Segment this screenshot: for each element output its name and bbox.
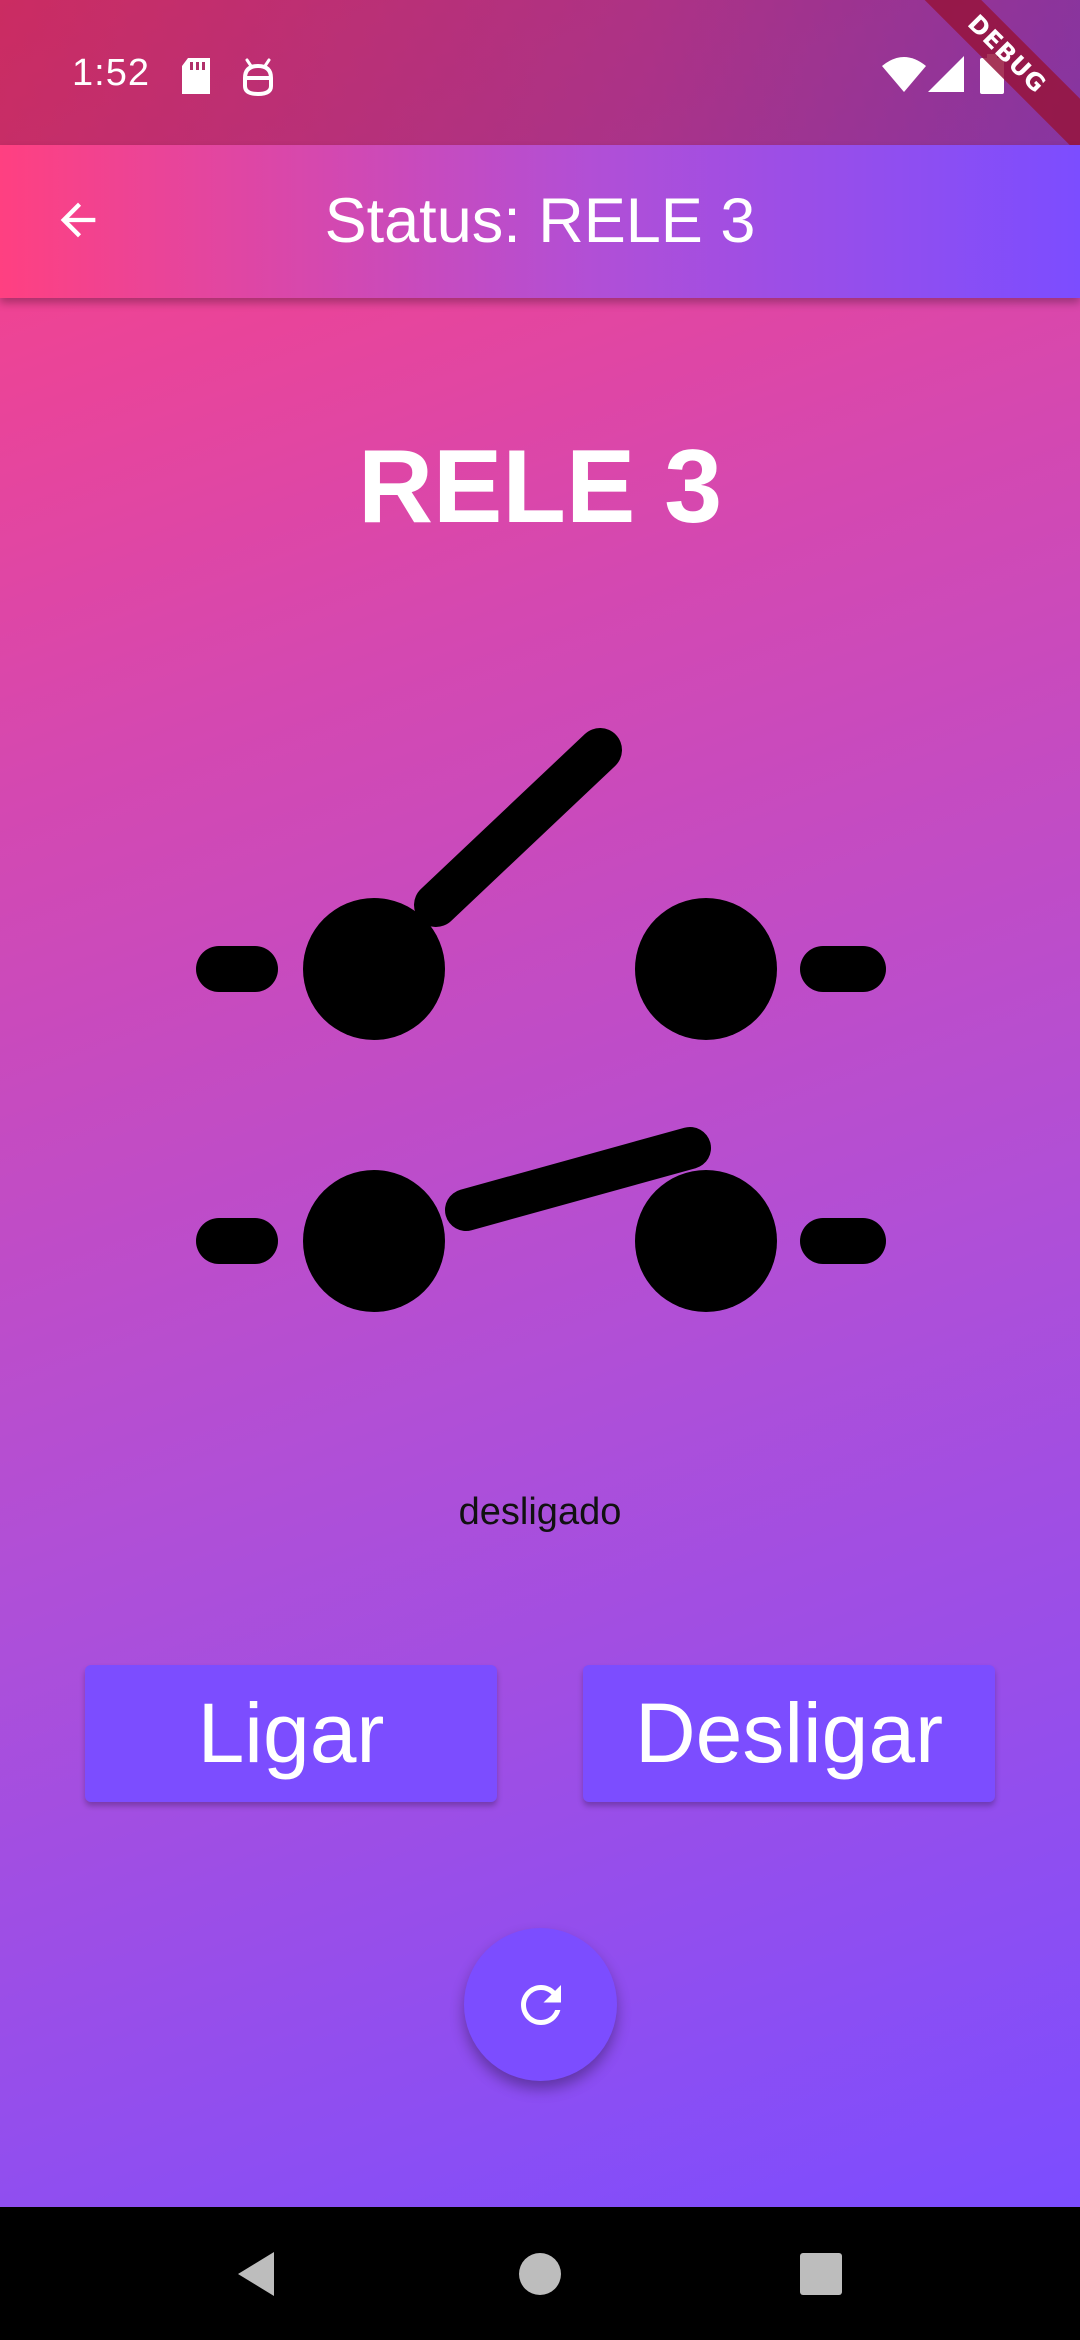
nav-home-icon bbox=[519, 2253, 561, 2295]
page-title: Status: RELE 3 bbox=[324, 186, 756, 256]
wifi-icon bbox=[882, 57, 926, 92]
nav-back-button[interactable] bbox=[211, 2229, 301, 2319]
nav-home-button[interactable] bbox=[495, 2229, 585, 2319]
turn-off-button[interactable]: Desligar bbox=[583, 1665, 995, 1802]
status-time: 1:52 bbox=[72, 52, 150, 94]
system-nav-bar bbox=[0, 2207, 1080, 2340]
refresh-button[interactable] bbox=[464, 1928, 617, 2081]
app-bar: Status: RELE 3 bbox=[0, 145, 1080, 298]
turn-on-button[interactable]: Ligar bbox=[85, 1665, 497, 1802]
status-bar: 1:52 DEBUG bbox=[0, 0, 1080, 157]
nav-recents-button[interactable] bbox=[776, 2229, 866, 2319]
switch-open-icon bbox=[196, 728, 886, 1040]
nav-back-icon bbox=[238, 2252, 274, 2296]
relay-name-heading: RELE 3 bbox=[357, 429, 723, 545]
sd-card-icon bbox=[182, 58, 210, 94]
nav-recents-icon bbox=[800, 2253, 842, 2295]
relay-switch-illustration bbox=[196, 728, 886, 1312]
screen: 1:52 DEBUG Status: RELE 3 RELE 3 desliga… bbox=[0, 0, 1080, 2340]
refresh-icon bbox=[520, 1984, 561, 2025]
signal-icon bbox=[928, 56, 964, 92]
relay-state-text: desligado bbox=[458, 1491, 622, 1533]
android-debug-icon bbox=[243, 58, 273, 96]
switch-closed-icon bbox=[196, 1127, 886, 1312]
